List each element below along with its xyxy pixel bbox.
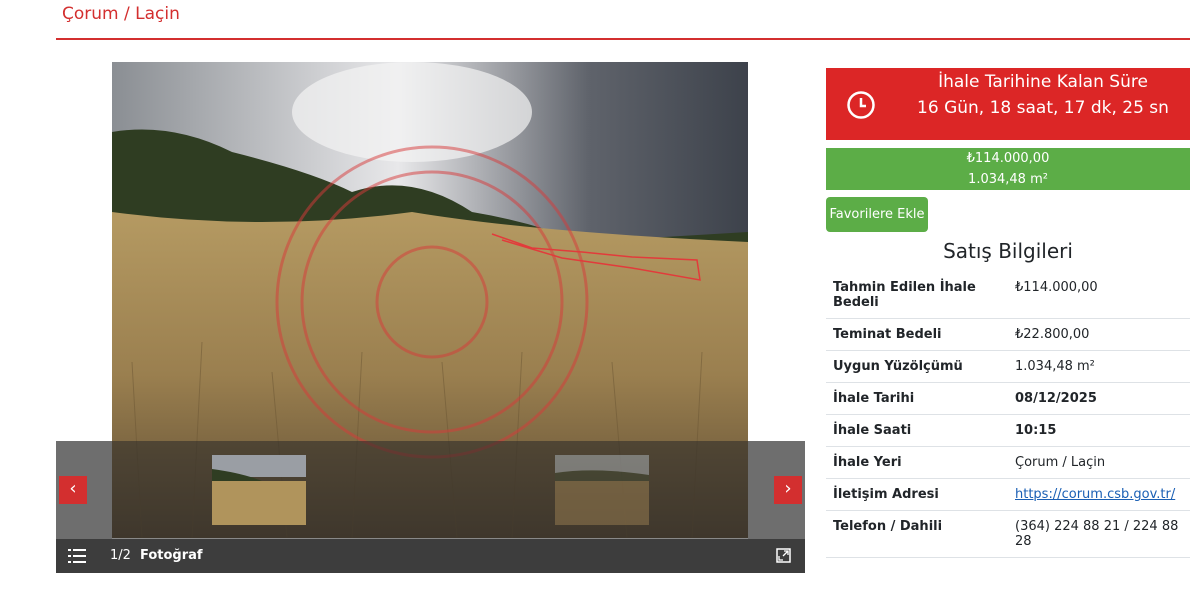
previous-photo-button[interactable]: ‹ [59, 476, 87, 504]
clock-icon [847, 91, 875, 119]
sales-info-title: Satış Bilgileri [943, 239, 1073, 263]
row-label: İhale Saati [826, 414, 1008, 447]
sales-info-table: Tahmin Edilen İhale Bedeli ₺114.000,00 T… [826, 272, 1190, 558]
table-row: İhale Saati 10:15 [826, 414, 1190, 447]
row-label: Uygun Yüzölçümü [826, 350, 1008, 383]
table-row: İletişim Adresi https://corum.csb.gov.tr… [826, 478, 1190, 511]
chevron-right-icon: › [784, 478, 792, 499]
chevron-left-icon: ‹ [69, 478, 77, 499]
list-icon[interactable] [68, 548, 86, 564]
price-area: 1.034,48 m² [968, 172, 1048, 187]
table-row: Uygun Yüzölçümü 1.034,48 m² [826, 350, 1190, 383]
title-divider [56, 38, 1190, 40]
countdown-label: İhale Tarihine Kalan Süre [938, 72, 1148, 92]
auction-countdown: İhale Tarihine Kalan Süre 16 Gün, 18 saa… [826, 68, 1190, 140]
row-value: ₺114.000,00 [1008, 272, 1190, 319]
expand-icon[interactable] [776, 548, 791, 563]
row-label: İhale Yeri [826, 446, 1008, 479]
table-row: İhale Tarihi 08/12/2025 [826, 382, 1190, 415]
price-amount: ₺114.000,00 [966, 151, 1050, 166]
table-row: Telefon / Dahili (364) 224 88 21 / 224 8… [826, 510, 1190, 558]
row-value: (364) 224 88 21 / 224 88 28 [1008, 510, 1190, 558]
next-photo-button[interactable]: › [774, 476, 802, 504]
table-row: İhale Yeri Çorum / Laçin [826, 446, 1190, 479]
price-summary: ₺114.000,00 1.034,48 m² [826, 148, 1190, 190]
row-value: ₺22.800,00 [1008, 318, 1190, 351]
gallery-toolbar: 1/2 Fotoğraf [56, 539, 805, 573]
countdown-value: 16 Gün, 18 saat, 17 dk, 25 sn [917, 98, 1169, 118]
table-row: Tahmin Edilen İhale Bedeli ₺114.000,00 [826, 272, 1190, 319]
row-value: 1.034,48 m² [1008, 350, 1190, 383]
add-to-favorites-button[interactable]: Favorilere Ekle [826, 197, 928, 232]
row-label: Tahmin Edilen İhale Bedeli [826, 272, 1008, 319]
row-label: Teminat Bedeli [826, 318, 1008, 351]
row-label: İhale Tarihi [826, 382, 1008, 415]
photo-counter: 1/2 [110, 548, 131, 563]
thumbnail-1[interactable] [212, 455, 306, 525]
row-label: İletişim Adresi [826, 478, 1008, 511]
row-value: 10:15 [1008, 414, 1190, 447]
photo-gallery: ‹ › 1/2 Fotoğraf [56, 62, 805, 573]
row-label: Telefon / Dahili [826, 510, 1008, 558]
contact-address-link[interactable]: https://corum.csb.gov.tr/ [1015, 487, 1175, 502]
photo-caption: Fotoğraf [140, 548, 203, 563]
row-value: 08/12/2025 [1008, 382, 1190, 415]
row-value: Çorum / Laçin [1008, 446, 1190, 479]
table-row: Teminat Bedeli ₺22.800,00 [826, 318, 1190, 351]
page-title: Çorum / Laçin [62, 4, 180, 24]
thumbnail-strip [56, 441, 805, 539]
thumbnail-2[interactable] [555, 455, 649, 525]
